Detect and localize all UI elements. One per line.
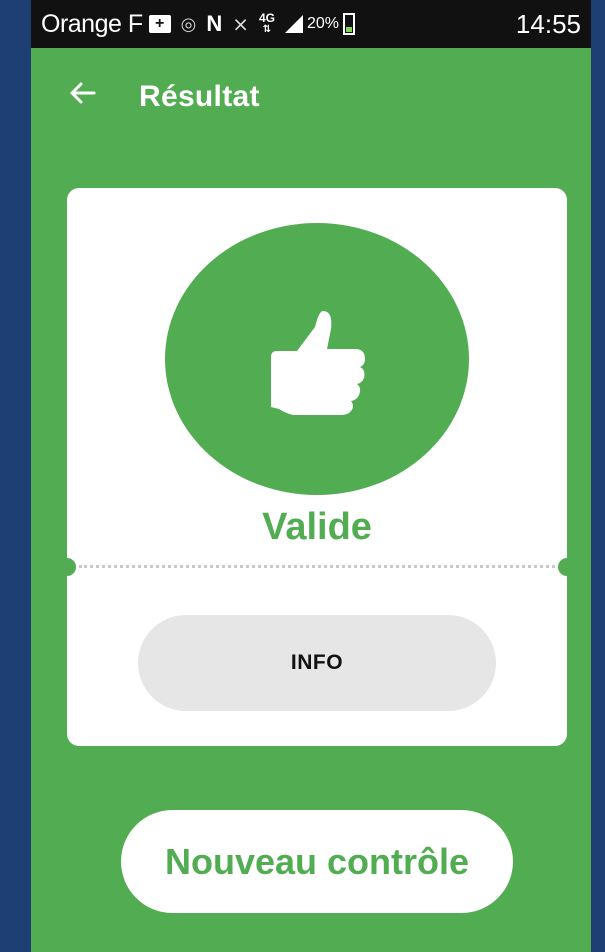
back-button[interactable]	[67, 78, 97, 108]
phone-screen: Orange F + ◎ N ⨯ 4G ⇅ 20% 14:55 Résultat…	[31, 0, 591, 952]
card-notch-left	[58, 558, 76, 576]
validation-status: Valide	[262, 506, 372, 548]
mute-icon: ⨯	[232, 13, 249, 36]
data-arrows-icon: ⇅	[262, 24, 272, 35]
nfc-icon: N	[206, 11, 223, 36]
network-4g-icon: 4G ⇅	[258, 11, 275, 35]
battery-percent: 20%	[307, 15, 340, 32]
notification-icon: +	[148, 15, 171, 33]
arrow-left-icon	[70, 82, 96, 104]
battery-charging-icon	[343, 13, 356, 35]
signal-icon	[285, 15, 303, 33]
clock: 14:55	[515, 8, 581, 39]
new-check-button[interactable]: Nouveau contrôle	[121, 810, 513, 913]
eye-icon: ◎	[180, 13, 197, 34]
carrier-name: Orange F	[41, 9, 143, 38]
result-card: Valide INFO	[58, 188, 576, 746]
thumbs-up-icon	[271, 311, 365, 415]
network-type: 4G	[258, 11, 275, 25]
info-button[interactable]: INFO	[138, 615, 496, 711]
result-badge	[165, 223, 469, 495]
card-notch-right	[558, 558, 576, 576]
app-bar: Résultat	[31, 48, 591, 158]
page-title: Résultat	[139, 80, 260, 113]
dotted-divider	[79, 565, 555, 568]
status-bar: Orange F + ◎ N ⨯ 4G ⇅ 20% 14:55	[31, 0, 591, 48]
